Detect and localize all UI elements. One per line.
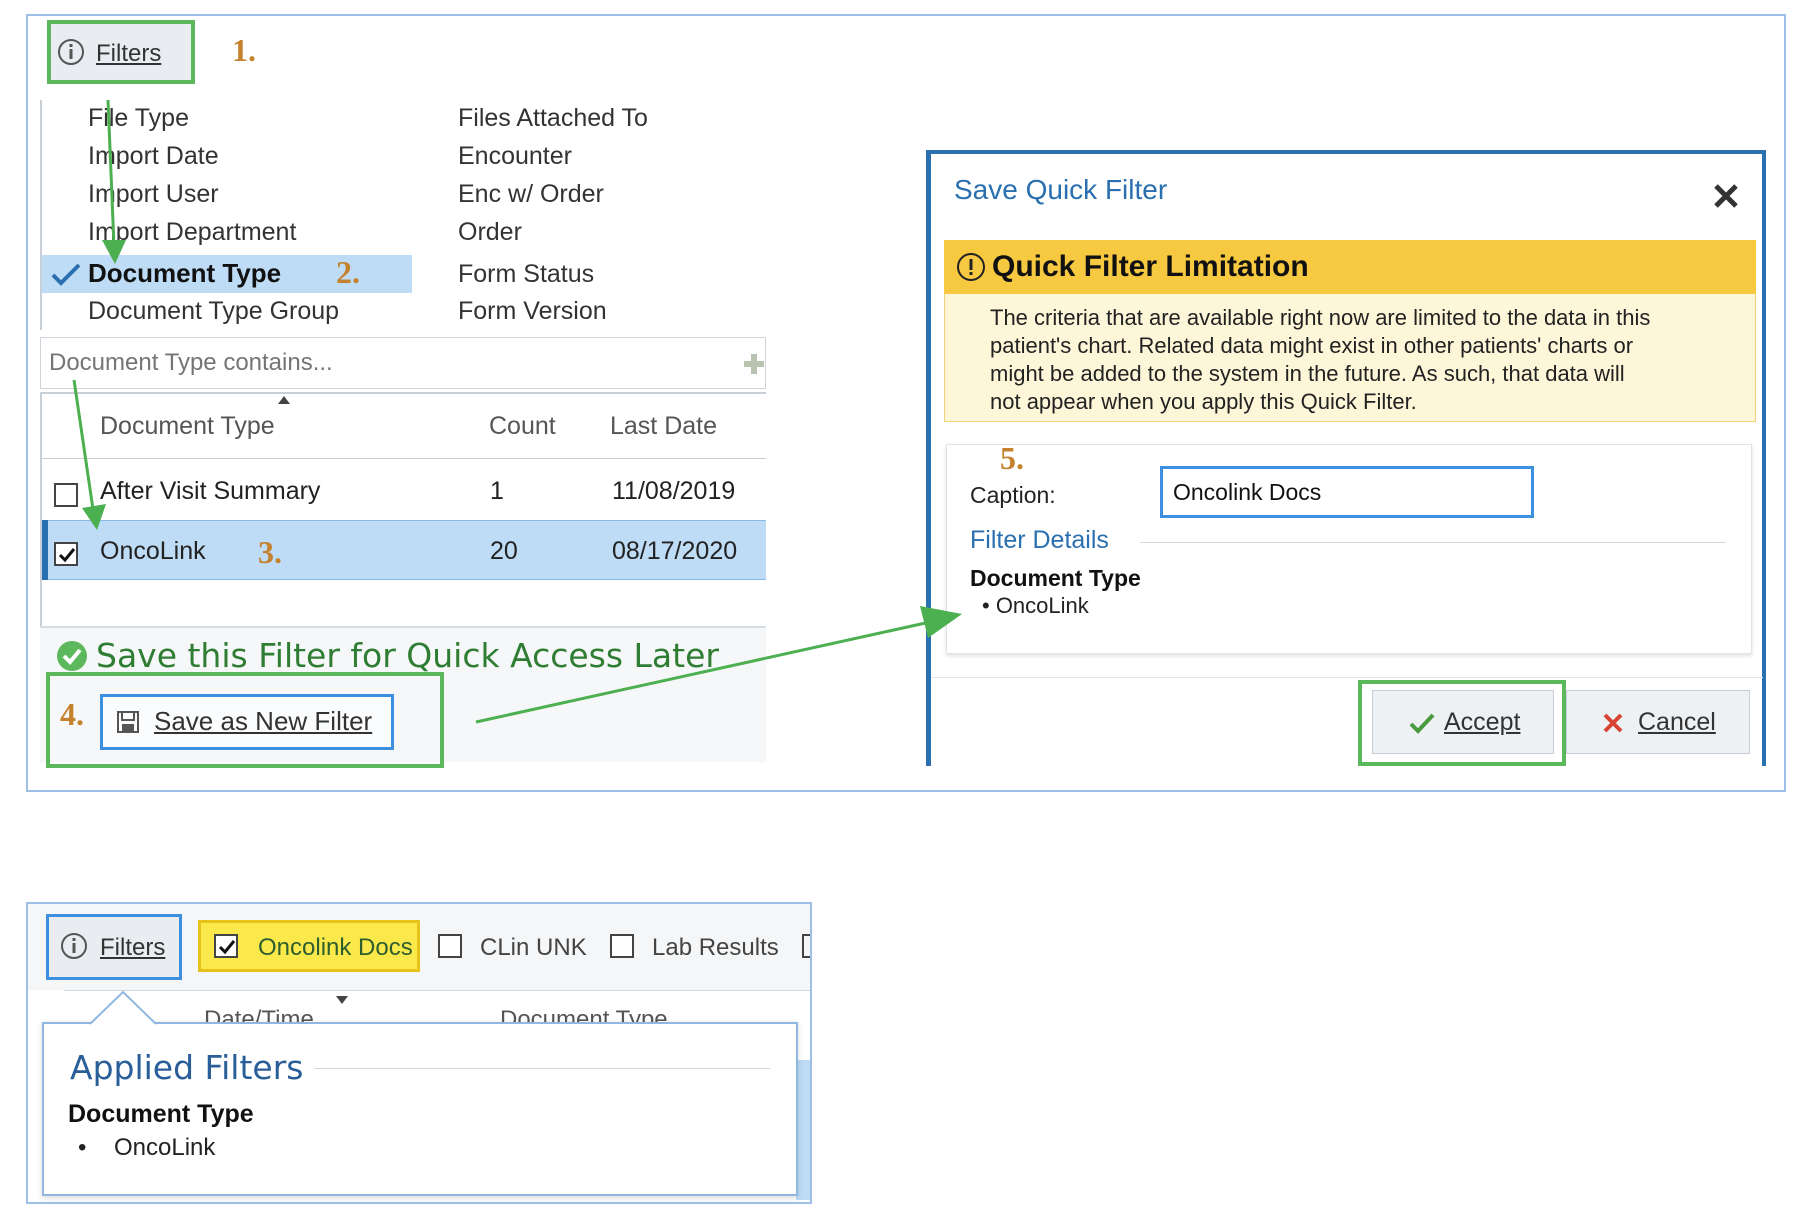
- criteria-item[interactable]: File Type: [88, 104, 189, 133]
- warning-title: Quick Filter Limitation: [992, 250, 1309, 283]
- row-last-date: 08/17/2020: [612, 537, 738, 565]
- grid-header: [64, 990, 810, 1024]
- bottom-filters-label: Filters: [100, 934, 166, 961]
- info-icon: [61, 933, 87, 959]
- applied-bullet: •: [78, 1134, 87, 1161]
- close-icon[interactable]: [1712, 182, 1740, 210]
- dialog-footer-divider: [931, 677, 1763, 678]
- filter-details-label: Filter Details: [970, 526, 1109, 554]
- checkmark-icon: [51, 263, 81, 286]
- warning-line: patient's chart. Related data might exis…: [990, 333, 1634, 358]
- warning-line: not appear when you apply this Quick Fil…: [990, 389, 1417, 414]
- close-icon: [1603, 713, 1623, 733]
- sort-up-icon[interactable]: [276, 394, 292, 406]
- quick-filter-checkbox[interactable]: [438, 934, 462, 958]
- applied-filters-title: Applied Filters: [70, 1048, 304, 1087]
- quick-filter-checkbox-checked[interactable]: [214, 934, 238, 958]
- warning-icon: [957, 253, 985, 281]
- save-section-title: Save this Filter for Quick Access Later: [96, 636, 719, 675]
- grid-background-stripe: [796, 1060, 810, 1200]
- step-4: 4.: [60, 696, 84, 732]
- step-1: 1.: [232, 32, 256, 68]
- quick-filter-label: Oncolink Docs: [258, 934, 413, 961]
- checkmark-icon: [1409, 713, 1435, 734]
- row-checkbox[interactable]: [54, 483, 78, 507]
- column-header-count[interactable]: Count: [489, 412, 556, 441]
- criteria-item[interactable]: Import Date: [88, 142, 219, 171]
- save-icon: [117, 711, 139, 733]
- filters-label: Filters: [96, 40, 162, 67]
- row-document-type: OncoLink: [100, 537, 206, 565]
- row-document-type: After Visit Summary: [100, 477, 321, 505]
- step-5: 5.: [1000, 440, 1024, 476]
- criteria-item[interactable]: Document Type Group: [88, 297, 339, 326]
- quick-filter-label[interactable]: CLin UNK: [480, 934, 587, 962]
- row-count: 1: [490, 477, 504, 505]
- applied-heading: Document Type: [68, 1100, 254, 1128]
- criteria-item[interactable]: Files Attached To: [458, 104, 648, 133]
- document-type-search-input[interactable]: [40, 337, 766, 389]
- accept-label: Accept: [1444, 708, 1521, 736]
- save-as-new-filter-label: Save as New Filter: [154, 706, 373, 736]
- row-count: 20: [490, 537, 518, 565]
- dialog-title: Save Quick Filter: [954, 174, 1168, 205]
- caption-label: Caption:: [970, 482, 1056, 508]
- filter-details-divider: [1140, 542, 1726, 543]
- applied-filters-divider: [314, 1068, 770, 1069]
- details-item: • OncoLink: [982, 593, 1089, 618]
- step-2: 2.: [336, 254, 360, 290]
- info-icon: [58, 39, 84, 65]
- criteria-item[interactable]: Import User: [88, 180, 219, 209]
- column-header-last-date[interactable]: Last Date: [610, 412, 717, 441]
- popup-pointer: [89, 990, 157, 1026]
- criteria-item[interactable]: Form Status: [458, 260, 594, 289]
- check-circle-icon: [57, 641, 87, 671]
- quick-filter-checkbox-partial[interactable]: [802, 934, 810, 958]
- caption-input[interactable]: [1160, 466, 1534, 518]
- plus-icon[interactable]: [744, 354, 764, 374]
- header-divider: [40, 458, 766, 459]
- quick-filter-checkbox[interactable]: [610, 934, 634, 958]
- criteria-item[interactable]: Import Department: [88, 218, 296, 247]
- criteria-item-selected[interactable]: Document Type: [88, 258, 281, 289]
- row-last-date: 11/08/2019: [612, 477, 736, 505]
- criteria-item[interactable]: Encounter: [458, 142, 572, 171]
- step-3: 3.: [258, 534, 282, 570]
- warning-line: might be added to the system in the futu…: [990, 361, 1625, 386]
- quick-filter-label[interactable]: Lab Results: [652, 934, 779, 962]
- column-header-document-type[interactable]: Document Type: [100, 412, 275, 441]
- sort-down-icon[interactable]: [334, 994, 350, 1006]
- table-top-border: [40, 392, 766, 394]
- row-selection-bar: [42, 520, 48, 580]
- details-heading: Document Type: [970, 565, 1141, 591]
- criteria-left-border: [40, 100, 42, 330]
- row-checkbox-checked[interactable]: [54, 542, 78, 566]
- criteria-item[interactable]: Form Version: [458, 297, 607, 326]
- criteria-item[interactable]: Order: [458, 218, 522, 247]
- applied-item: OncoLink: [114, 1134, 216, 1161]
- table-left-border: [40, 392, 42, 627]
- criteria-item[interactable]: Enc w/ Order: [458, 180, 604, 209]
- warning-line: The criteria that are available right no…: [990, 305, 1651, 330]
- cancel-label: Cancel: [1638, 708, 1716, 736]
